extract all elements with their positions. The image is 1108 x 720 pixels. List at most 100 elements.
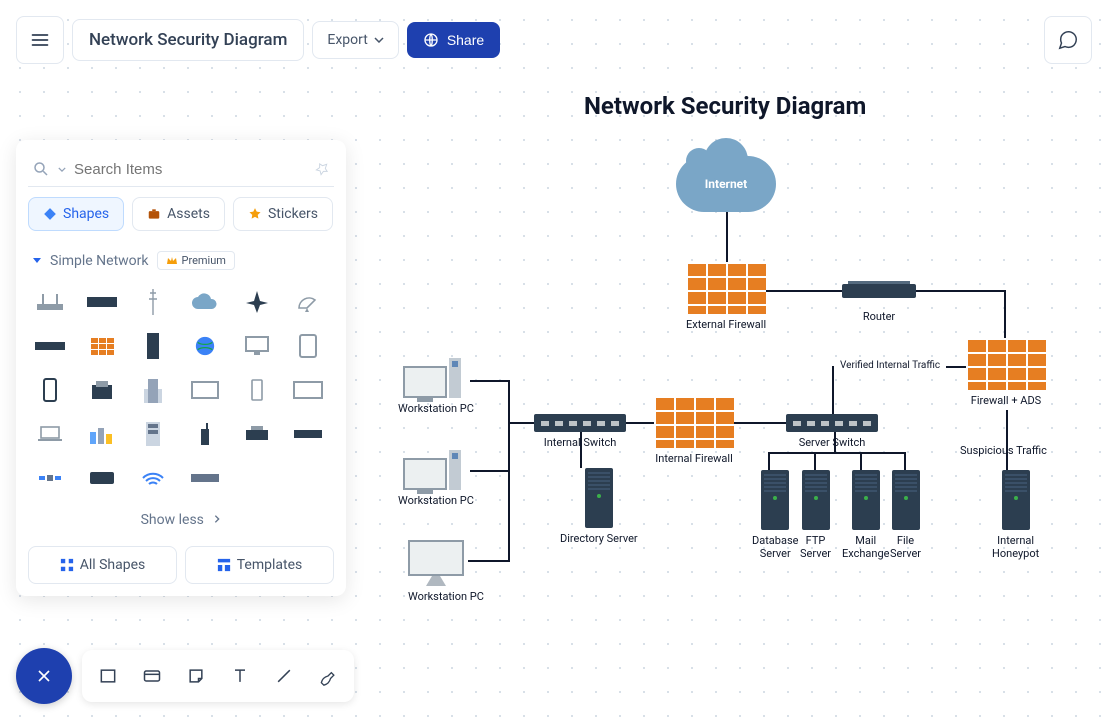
node-directory-server[interactable]: Directory Server [560,468,638,545]
tab-stickers[interactable]: Stickers [233,197,333,231]
shape-modem[interactable] [286,414,330,454]
panel-bottom-actions: All Shapes Templates [28,538,334,584]
shape-tv[interactable] [183,370,227,410]
switch-icon [786,414,878,432]
edge [834,432,836,452]
premium-badge: Premium [157,251,235,270]
tool-rectangle[interactable] [88,656,128,696]
router-icon [842,284,916,298]
shape-wifi-signal[interactable] [131,458,175,498]
edge [626,422,654,424]
node-external-firewall[interactable]: External Firewall [686,262,766,331]
tool-line[interactable] [264,656,304,696]
shape-satellite-dish[interactable] [286,282,330,322]
internet-label: Internet [705,177,747,191]
edge [1006,410,1008,470]
shape-tablet[interactable] [286,326,330,366]
node-internal-firewall[interactable]: Internal Firewall [654,396,734,465]
node-server-switch[interactable]: Server Switch [786,414,878,449]
shape-antenna-tower[interactable] [131,282,175,322]
all-shapes-label: All Shapes [80,557,146,573]
tool-text[interactable] [220,656,260,696]
node-database-server[interactable]: Database Server [752,470,798,560]
shape-switch[interactable] [28,326,72,366]
shape-phone[interactable] [235,370,279,410]
node-internet[interactable]: Internet [676,156,776,212]
shape-empty1 [235,458,279,498]
tab-shapes[interactable]: Shapes [28,197,124,231]
shape-drive[interactable] [80,458,124,498]
shapes-panel: Shapes Assets Stickers Simple Network Pr… [16,140,346,596]
text-icon [230,666,250,686]
share-label: Share [447,32,484,48]
caret-down-icon [374,37,384,43]
shape-building[interactable] [131,370,175,410]
category-header[interactable]: Simple Network Premium [28,243,334,278]
shape-fax[interactable] [80,370,124,410]
server-icon [852,470,880,530]
pin-icon[interactable] [314,161,330,177]
edge [468,560,510,562]
shape-cloud[interactable] [183,282,227,322]
shape-firewall[interactable] [80,326,124,366]
node-ftp-server[interactable]: FTP Server [800,470,831,560]
server-icon [1002,470,1030,530]
file-server-label: File Server [890,534,921,560]
shape-smartphone[interactable] [28,370,72,410]
show-less-button[interactable]: Show less [28,502,334,538]
node-mail-exchange[interactable]: Mail Exchange [842,470,890,560]
shape-monitor[interactable] [235,326,279,366]
shape-server-tower[interactable] [131,326,175,366]
node-internal-honeypot[interactable]: Internal Honeypot [992,470,1039,560]
search-icon [32,160,50,178]
shape-jet[interactable] [235,282,279,322]
node-firewall-ads[interactable]: Firewall + ADS [966,338,1046,407]
menu-button[interactable] [16,16,64,64]
server-icon [802,470,830,530]
shape-rack-unit[interactable] [80,282,124,322]
templates-button[interactable]: Templates [185,546,334,584]
tab-assets[interactable]: Assets [132,197,225,231]
shape-globe[interactable] [183,326,227,366]
workstation-2-label: Workstation PC [398,494,474,507]
shape-walkie-talkie[interactable] [183,414,227,454]
server-switch-label: Server Switch [786,436,878,449]
shape-cityscape[interactable] [80,414,124,454]
close-fab[interactable] [16,648,72,704]
diagram-title: Network Security Diagram [584,92,866,120]
node-file-server[interactable]: File Server [890,470,921,560]
shape-satellite[interactable] [28,458,72,498]
search-input[interactable] [74,161,306,178]
templates-label: Templates [237,557,303,573]
shape-wifi-router[interactable] [28,282,72,322]
tool-sticky-note[interactable] [176,656,216,696]
shape-laptop[interactable] [28,414,72,454]
edge [916,290,1006,292]
edge [814,452,816,470]
internal-firewall-label: Internal Firewall [654,452,734,465]
export-button[interactable]: Export [312,21,398,59]
internal-honeypot-label: Internal Honeypot [992,534,1039,560]
tab-stickers-label: Stickers [268,206,318,222]
node-workstation-3[interactable]: Workstation PC [408,540,484,603]
comments-button[interactable] [1044,16,1092,64]
firewall-icon [654,396,734,448]
shape-printer[interactable] [235,414,279,454]
node-workstation-1[interactable]: Workstation PC [398,358,474,415]
node-workstation-2[interactable]: Workstation PC [398,450,474,507]
share-button[interactable]: Share [407,22,500,58]
shape-server-rack[interactable] [131,414,175,454]
pc-icon [398,450,466,490]
edge [1004,290,1006,338]
tool-card[interactable] [132,656,172,696]
export-label: Export [327,32,367,48]
document-title-input[interactable]: Network Security Diagram [72,19,304,61]
shape-hub[interactable] [183,458,227,498]
node-router[interactable]: Router [842,284,916,323]
all-shapes-button[interactable]: All Shapes [28,546,177,584]
tab-assets-label: Assets [167,206,210,222]
tool-pen[interactable] [308,656,348,696]
shape-monitor-wide[interactable] [286,370,330,410]
crown-icon [166,256,178,266]
firewall-icon [966,338,1046,390]
